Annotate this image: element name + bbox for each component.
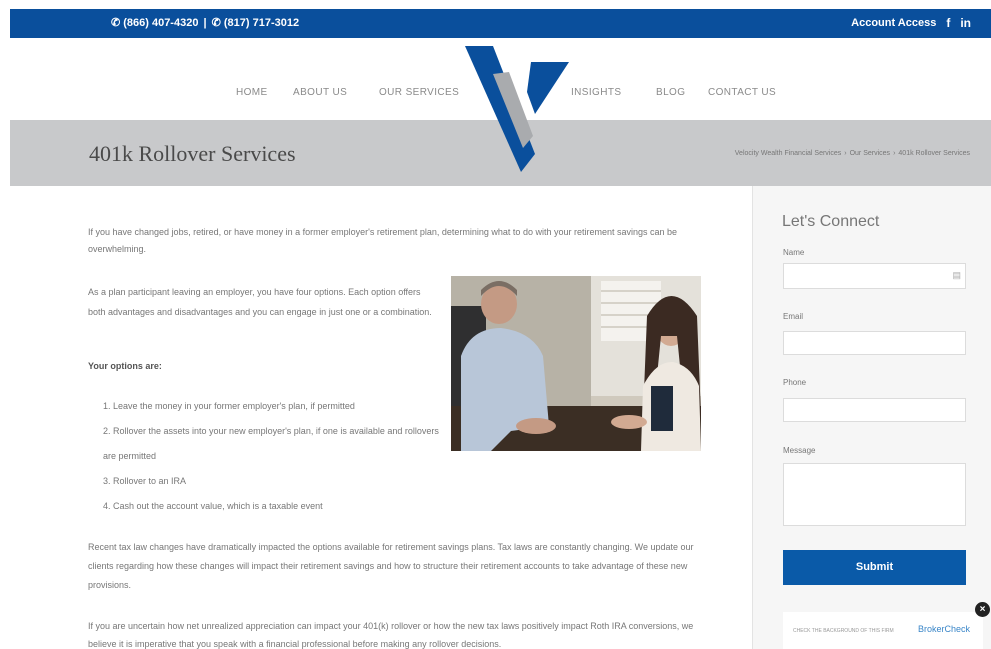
email-label: Email	[783, 312, 804, 321]
list-item: 1. Leave the money in your former employ…	[103, 401, 355, 411]
intro-paragraph: If you have changed jobs, retired, or ha…	[88, 227, 678, 254]
autofill-icon: ▤	[952, 270, 961, 280]
contact-form-sidebar: Let's Connect Name ▤ Email Phone Message…	[753, 186, 991, 649]
page-title: 401k Rollover Services	[89, 141, 296, 166]
nav-insights[interactable]: INSIGHTS	[571, 87, 621, 98]
nua-paragraph: If you are uncertain how net unrealized …	[88, 621, 694, 649]
top-bar: ✆ (866) 407-4320 | ✆ (817) 717-3012 Accoun…	[10, 9, 991, 38]
options-list: 1. Leave the money in your former employ…	[103, 394, 443, 519]
company-logo[interactable]	[463, 44, 573, 174]
phone-1[interactable]: (866) 407-4320	[123, 17, 198, 29]
form-heading: Let's Connect	[782, 213, 880, 230]
submit-button[interactable]: Submit	[783, 550, 966, 585]
top-bar-right: Account Access f in	[851, 16, 971, 30]
close-icon[interactable]: ×	[975, 602, 990, 617]
nav-about-us[interactable]: ABOUT US	[293, 87, 347, 98]
nav-our-services[interactable]: OUR SERVICES	[379, 87, 459, 98]
account-access-link[interactable]: Account Access	[851, 17, 936, 29]
facebook-icon[interactable]: f	[946, 16, 950, 30]
nav-contact-us[interactable]: CONTACT US	[708, 87, 776, 98]
message-field[interactable]	[783, 463, 966, 526]
logo-right-stroke	[527, 62, 569, 114]
nav-home[interactable]: HOME	[236, 87, 268, 98]
brokercheck-logo: BrokerCheck	[918, 624, 971, 634]
phone-label: Phone	[783, 378, 807, 387]
phone-icon: ✆	[111, 17, 121, 29]
linkedin-icon[interactable]: in	[960, 16, 971, 30]
breadcrumb: Velocity Wealth Financial Services › Our S…	[734, 150, 970, 157]
logo-left-stroke	[465, 46, 535, 172]
options-intro-paragraph: As a plan participant leaving an employe…	[88, 287, 432, 317]
nav-blog[interactable]: BLOG	[656, 87, 685, 98]
breadcrumb-our-services[interactable]: Our Services	[850, 150, 890, 157]
message-label: Message	[783, 446, 816, 455]
phone-numbers: ✆ (866) 407-4320 | ✆ (817) 717-3012	[111, 16, 299, 29]
phone-icon: ✆	[211, 17, 221, 29]
brokercheck-widget[interactable]: CHECK THE BACKGROUND OF THIS FIRM Broker…	[783, 612, 983, 649]
brokercheck-text: CHECK THE BACKGROUND OF THIS FIRM	[793, 628, 894, 634]
name-label: Name	[783, 248, 805, 257]
breadcrumb-current: 401k Rollover Services	[898, 150, 970, 157]
breadcrumb-home[interactable]: Velocity Wealth Financial Services	[735, 150, 841, 157]
options-heading: Your options are:	[88, 361, 162, 371]
advisor-meeting-photo	[451, 276, 701, 451]
phone-field[interactable]	[783, 398, 966, 422]
phone-separator: |	[203, 17, 207, 29]
phone-2[interactable]: (817) 717-3012	[224, 17, 299, 29]
list-item: 2. Rollover the assets into your new emp…	[103, 426, 439, 461]
list-item: 4. Cash out the account value, which is …	[103, 501, 323, 511]
name-field[interactable]: ▤	[783, 263, 966, 289]
email-field[interactable]	[783, 331, 966, 355]
list-item: 3. Rollover to an IRA	[103, 476, 187, 486]
tax-law-paragraph: Recent tax law changes have dramatically…	[88, 542, 694, 590]
